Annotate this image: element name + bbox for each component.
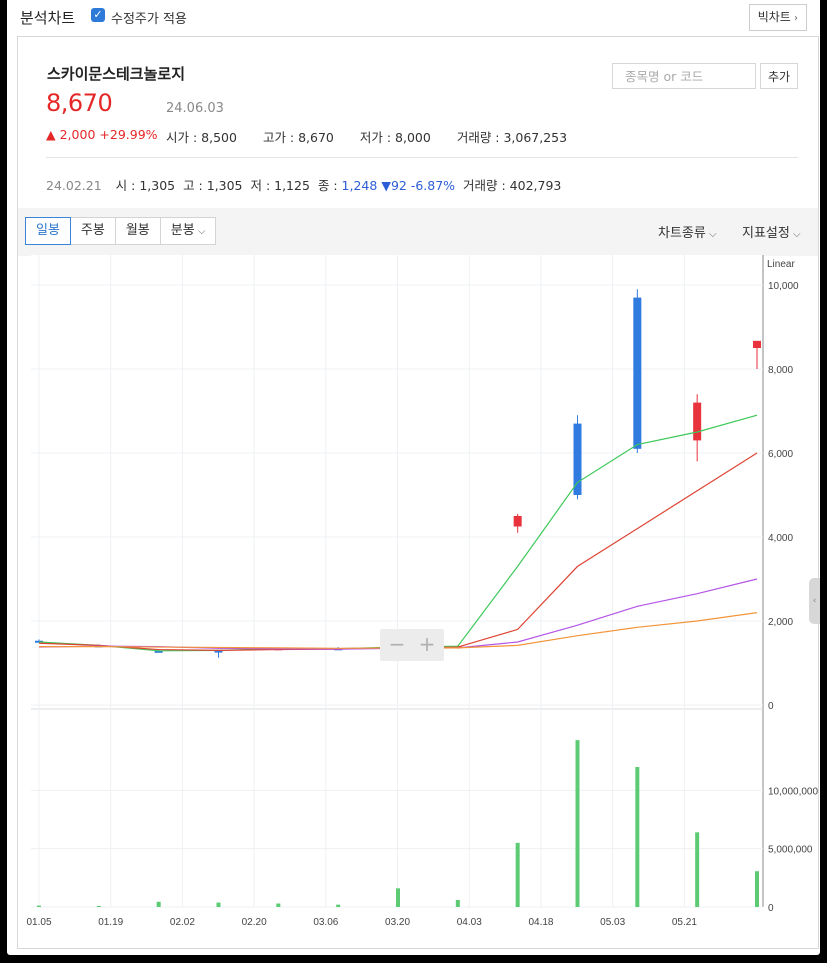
volume-plot-area: [31, 712, 763, 907]
chart-window: 분석차트 ✓ 수정주가 적용 빅차트 › 스카이문스테크놀로지 8,670 24…: [7, 0, 820, 955]
volume-bar: [37, 905, 41, 907]
scale-label: Linear: [767, 259, 795, 270]
volume-tick-label: 0: [768, 903, 774, 914]
price-chart[interactable]: Linear 01.05 01.19 02.02 02.20 03.06 03.20 04.0…: [7, 0, 820, 955]
candle-body: [573, 423, 582, 495]
volume-bar: [635, 767, 640, 907]
volume-tick-label: 5,000,000: [768, 845, 813, 856]
candle-body: [633, 297, 642, 449]
volume-bar: [216, 902, 221, 907]
volume-bar: [755, 871, 759, 907]
x-tick-label: 01.05: [26, 917, 51, 928]
zoom-out-button[interactable]: −: [382, 632, 412, 656]
y-tick-label: 4,000: [768, 533, 793, 544]
candle-body: [693, 402, 702, 441]
volume-bar: [515, 842, 520, 907]
volume-bar: [695, 832, 700, 907]
volume-bar: [156, 901, 161, 907]
y-tick-label: 2,000: [768, 617, 793, 628]
volume-tick-label: 10,000,000: [768, 786, 818, 797]
y-tick-label: 8,000: [768, 365, 793, 376]
x-tick-label: 03.20: [385, 917, 410, 928]
candle-body: [753, 340, 761, 348]
x-tick-label: 03.06: [313, 917, 338, 928]
x-tick-label: 04.18: [528, 917, 553, 928]
zoom-in-button[interactable]: +: [412, 632, 442, 656]
y-tick-label: 10,000: [768, 281, 799, 292]
y-tick-label: 6,000: [768, 449, 793, 460]
x-tick-label: 05.03: [600, 917, 625, 928]
side-panel-handle[interactable]: ‹: [809, 578, 820, 624]
volume-bar: [276, 903, 281, 907]
zoom-controls: − +: [380, 629, 444, 661]
y-tick-label: 0: [768, 701, 774, 712]
x-tick-label: 02.20: [242, 917, 267, 928]
x-tick-label: 02.02: [170, 917, 195, 928]
volume-bar: [455, 900, 460, 907]
x-tick-label: 05.21: [672, 917, 697, 928]
candle-body: [513, 516, 522, 527]
volume-bar: [575, 740, 580, 907]
x-tick-label: 01.19: [98, 917, 123, 928]
volume-bar: [396, 888, 400, 907]
x-tick-label: 04.03: [457, 917, 482, 928]
volume-bar: [336, 904, 341, 907]
volume-bar: [96, 905, 101, 907]
tab-daily[interactable]: 일봉: [25, 217, 71, 245]
